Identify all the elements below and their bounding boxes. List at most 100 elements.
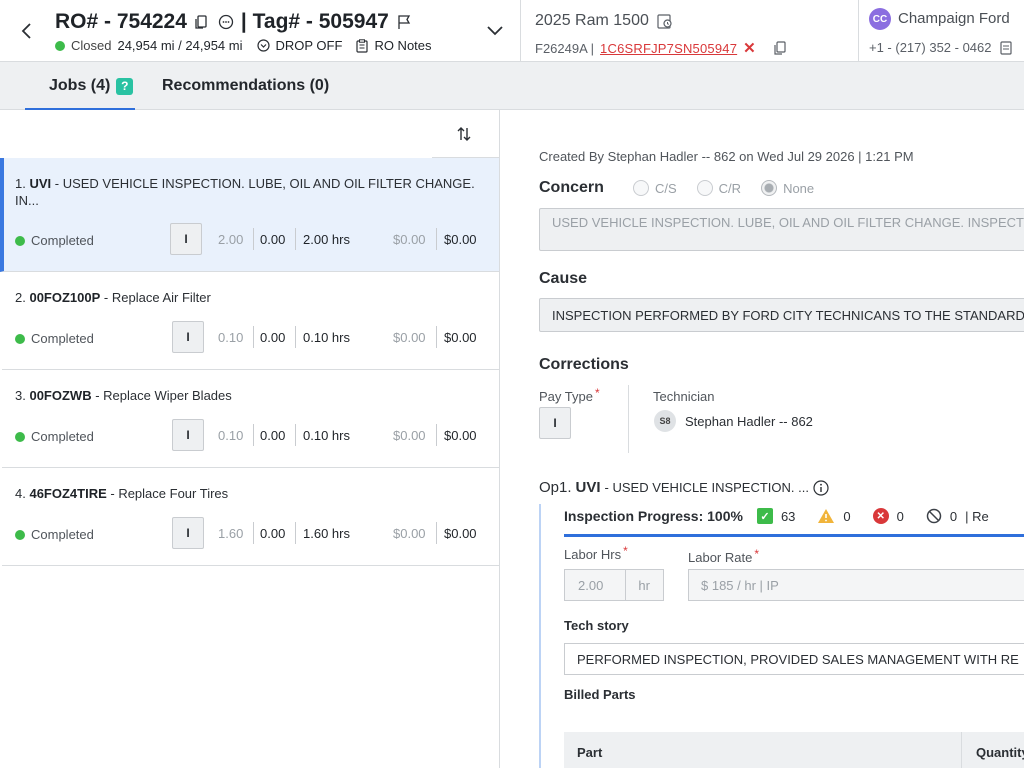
copy-vin-icon[interactable] bbox=[774, 41, 786, 55]
divider bbox=[436, 326, 437, 348]
job-code: 46FOZ4TIRE bbox=[29, 486, 107, 501]
chevron-down-icon[interactable] bbox=[484, 20, 506, 42]
ro-notes-link[interactable]: RO Notes bbox=[374, 38, 431, 53]
copy-icon[interactable] bbox=[193, 13, 211, 31]
technician-avatar: S8 bbox=[654, 410, 676, 432]
tab-jobs[interactable]: Jobs (4) ? bbox=[24, 62, 136, 110]
vehicle-subline: F26249A | 1C6SRFJP7SN505947 ✕ bbox=[535, 39, 786, 57]
job-title: 3. 00FOZWB - Replace Wiper Blades bbox=[15, 387, 485, 404]
technician-name: Stephan Hadler -- 862 bbox=[685, 414, 813, 429]
divider bbox=[253, 326, 254, 348]
status-dot-icon bbox=[55, 40, 65, 51]
job-index: 3. bbox=[15, 388, 26, 403]
vehicle-history-icon[interactable] bbox=[657, 13, 673, 29]
job-status-label: Completed bbox=[31, 233, 94, 248]
job-code: 00FOZWB bbox=[29, 388, 92, 403]
op-description: - USED VEHICLE INSPECTION. ... bbox=[604, 480, 809, 495]
inspection-warn-count: 0 bbox=[843, 508, 851, 524]
job-index: 4. bbox=[15, 486, 26, 501]
operation-container bbox=[539, 504, 1024, 768]
option-label: C/S bbox=[655, 180, 677, 196]
sold-hours: 0.10 bbox=[218, 428, 244, 443]
sold-hours: 0.10 bbox=[218, 330, 244, 345]
pay-type-badge: I bbox=[172, 419, 204, 451]
status-dot-icon bbox=[15, 235, 25, 246]
help-badge-icon[interactable]: ? bbox=[116, 77, 134, 95]
customer-name[interactable]: Champaign Ford bbox=[898, 10, 1010, 27]
billed-parts-table-header: Part Quantity bbox=[564, 732, 1024, 768]
concern-option-cr[interactable]: C/R bbox=[696, 180, 741, 196]
divider bbox=[295, 326, 296, 348]
flag-icon[interactable] bbox=[395, 13, 413, 31]
concern-option-cs[interactable]: C/S bbox=[633, 180, 677, 196]
job-cost: $0.00 bbox=[393, 232, 426, 247]
column-header-part: Part bbox=[577, 744, 603, 760]
status-dot-icon bbox=[15, 333, 25, 344]
job-price: $0.00 bbox=[444, 526, 477, 541]
total-hours: 0.10 hrs bbox=[303, 428, 350, 443]
customer-avatar: CC bbox=[869, 8, 891, 30]
required-marker: * bbox=[623, 544, 628, 558]
job-code: UVI bbox=[29, 176, 52, 191]
radio-checked-icon[interactable] bbox=[761, 180, 778, 196]
job-index: 2. bbox=[15, 290, 26, 305]
ro-number: RO# - 754224 bbox=[55, 10, 187, 33]
corrections-heading: Corrections bbox=[539, 356, 629, 373]
technician-label: Technician bbox=[653, 389, 715, 404]
radio-icon[interactable] bbox=[696, 180, 713, 196]
vin[interactable]: 1C6SRFJP7SN505947 bbox=[600, 41, 737, 56]
op-code: UVI bbox=[575, 479, 601, 496]
inspection-pass-count: 63 bbox=[780, 508, 796, 524]
job-row[interactable]: 2. 00FOZ100P - Replace Air Filter Comple… bbox=[2, 272, 499, 370]
job-title: 2. 00FOZ100P - Replace Air Filter bbox=[15, 289, 485, 306]
sold-hours: 1.60 bbox=[218, 526, 244, 541]
job-title: 4. 46FOZ4TIRE - Replace Four Tires bbox=[15, 485, 485, 502]
drop-off-icon bbox=[256, 39, 270, 52]
ro-title: RO# - 754224 | Tag# - 505947 bbox=[55, 10, 413, 34]
inspection-progress-label: Inspection Progress: 100% bbox=[564, 508, 743, 524]
status-dot-icon bbox=[15, 431, 25, 442]
warning-icon bbox=[817, 508, 835, 524]
job-cost: $0.00 bbox=[393, 526, 426, 541]
inspection-progress-bar bbox=[564, 534, 1024, 537]
vehicle-name: 2025 Ram 1500 bbox=[535, 12, 649, 29]
cause-heading: Cause bbox=[539, 270, 588, 287]
divider bbox=[436, 424, 437, 446]
tab-recommendations-label: Recommendations (0) bbox=[162, 77, 330, 94]
not-applicable-icon bbox=[926, 508, 942, 524]
divider bbox=[436, 228, 437, 250]
job-description: - Replace Wiper Blades bbox=[91, 388, 232, 403]
sold-hours: 2.00 bbox=[218, 232, 244, 247]
job-row[interactable]: 4. 46FOZ4TIRE - Replace Four Tires Compl… bbox=[2, 468, 499, 566]
divider bbox=[628, 385, 629, 453]
mileage: 24,954 mi / 24,954 mi bbox=[117, 38, 243, 53]
fail-icon: ✕ bbox=[872, 508, 889, 524]
job-description: - Replace Air Filter bbox=[100, 290, 211, 305]
job-row[interactable]: 1. UVI - USED VEHICLE INSPECTION. LUBE, … bbox=[0, 158, 499, 272]
tab-recommendations[interactable]: Recommendations (0) bbox=[162, 62, 329, 110]
drop-off-label[interactable]: DROP OFF bbox=[276, 38, 343, 53]
contact-card-icon[interactable] bbox=[999, 40, 1012, 55]
pay-type-value: I bbox=[539, 407, 571, 439]
job-description: - Replace Four Tires bbox=[106, 486, 229, 501]
labor-rate-field[interactable]: $ 185 / hr | IP bbox=[688, 569, 1024, 601]
radio-icon[interactable] bbox=[633, 180, 649, 196]
chat-icon[interactable] bbox=[217, 13, 235, 31]
actual-hours: 0.00 bbox=[260, 526, 286, 541]
info-icon[interactable] bbox=[813, 479, 829, 496]
labor-hrs-unit: hr bbox=[625, 570, 663, 600]
job-row[interactable]: 3. 00FOZWB - Replace Wiper Blades Comple… bbox=[2, 370, 499, 468]
sort-icon[interactable] bbox=[452, 122, 476, 146]
customer-phone[interactable]: +1 - (217) 352 - 0462 bbox=[869, 40, 992, 55]
concern-option-none[interactable]: None bbox=[761, 180, 814, 196]
stock-number: F26249A | bbox=[535, 40, 595, 56]
tech-story-field[interactable]: PERFORMED INSPECTION, PROVIDED SALES MAN… bbox=[564, 643, 1024, 675]
concern-heading: Concern bbox=[539, 179, 604, 196]
back-arrow-icon[interactable] bbox=[16, 18, 36, 44]
divider bbox=[436, 522, 437, 544]
divider bbox=[295, 522, 296, 544]
pay-type-badge: I bbox=[172, 321, 204, 353]
job-status: Completed bbox=[15, 331, 94, 346]
divider bbox=[253, 228, 254, 250]
labor-hrs-field[interactable]: 2.00 hr bbox=[564, 569, 664, 601]
